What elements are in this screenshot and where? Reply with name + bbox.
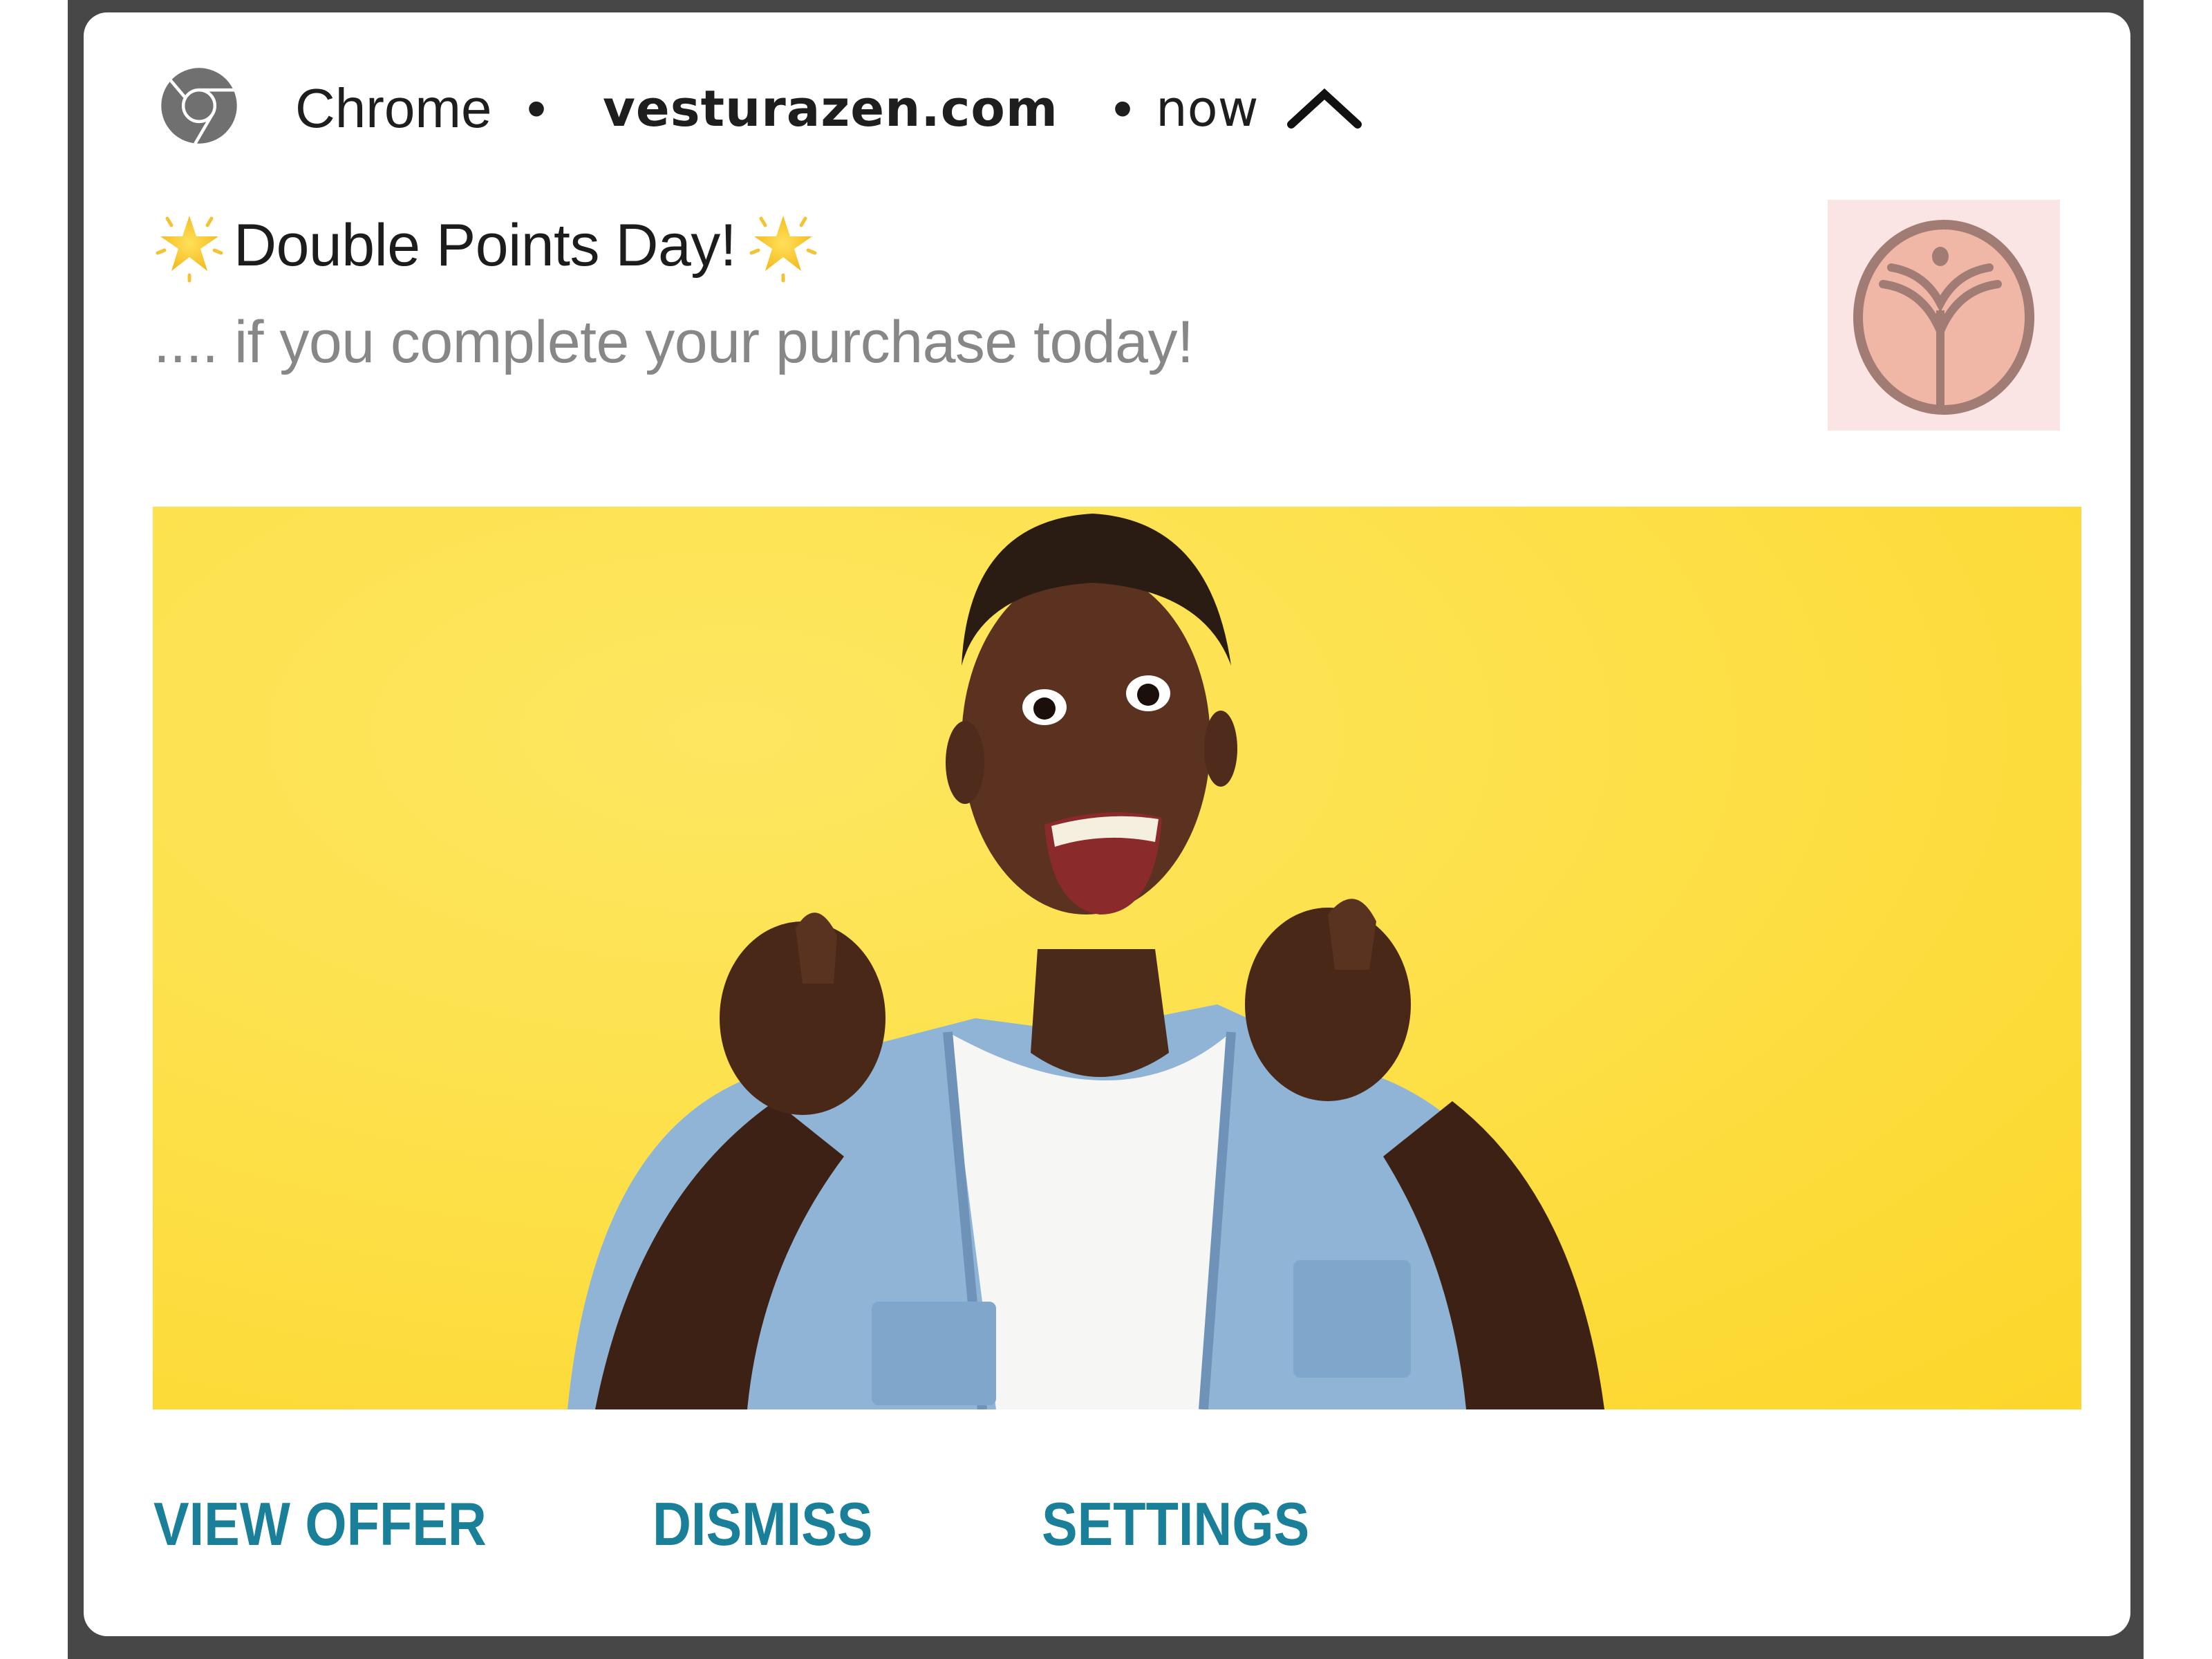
site-logo [1828, 200, 2060, 431]
tree-logo-icon [1853, 220, 2034, 415]
chrome-icon [161, 68, 237, 144]
site-domain: vesturazen.com [603, 79, 1058, 138]
settings-button[interactable]: SETTINGS [1042, 1486, 1309, 1562]
shirt-pocket-left [872, 1302, 996, 1405]
right-hand [1245, 908, 1411, 1101]
separator-dot: • [527, 77, 547, 139]
person-pointing-illustration [568, 514, 1604, 1409]
notification-title-row: Double Points Day! [153, 207, 819, 283]
notification-image[interactable] [153, 507, 2081, 1409]
view-offer-button[interactable]: VIEW OFFER [153, 1486, 487, 1562]
notification-body: .... if you complete your purchase today… [153, 309, 1194, 375]
app-name: Chrome [295, 77, 492, 139]
notification-title: Double Points Day! [234, 212, 737, 279]
glowing-star-icon [749, 216, 817, 283]
timestamp: now [1156, 79, 1259, 138]
chevron-up-icon[interactable] [1286, 87, 1363, 130]
dismiss-button[interactable]: DISMISS [653, 1486, 872, 1562]
separator-dot: • [1113, 77, 1133, 139]
shirt-pocket-right [1293, 1260, 1411, 1378]
glowing-star-icon [156, 216, 223, 283]
